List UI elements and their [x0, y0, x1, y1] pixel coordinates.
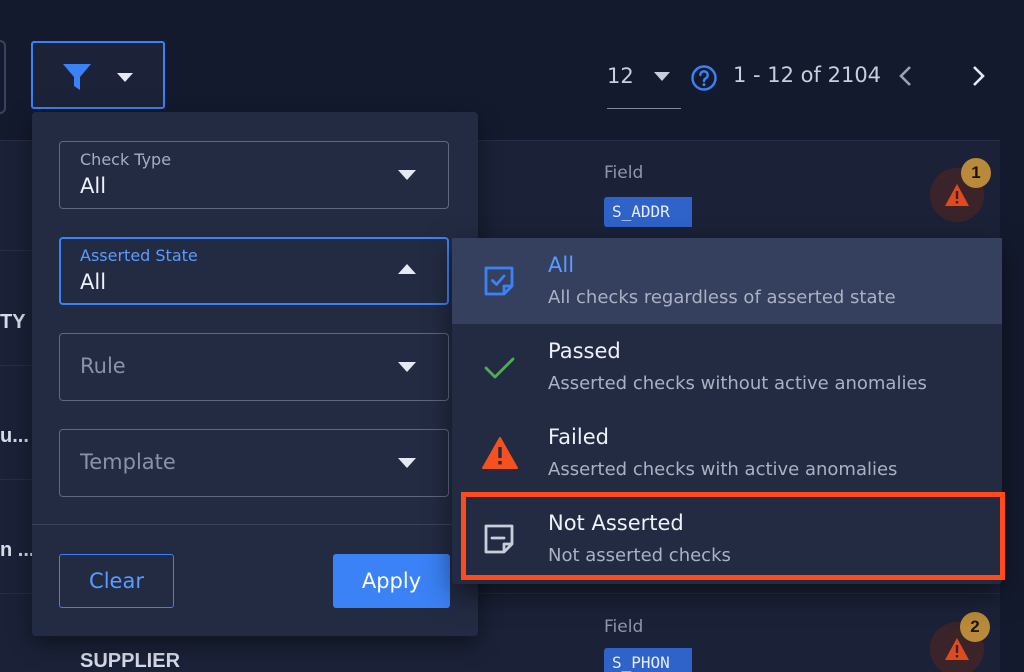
page: TY u... n ... Field S_ADDR 1 Field S_PHO…: [0, 0, 1024, 672]
pagination-range: 1 - 12 of 2104: [733, 63, 882, 87]
warning-icon: [482, 437, 518, 469]
warning-icon: [945, 184, 969, 206]
asserted-state-menu: All All checks regardless of asserted st…: [452, 238, 1002, 584]
template-select[interactable]: Template: [59, 429, 449, 497]
check-type-label: Check Type: [80, 150, 172, 169]
page-size-value: 12: [607, 64, 634, 88]
funnel-icon: [63, 64, 91, 90]
rule-select[interactable]: Rule: [59, 333, 449, 401]
anomaly-count-badge: 2: [960, 612, 990, 642]
chevron-down-icon: [654, 72, 670, 81]
apply-button[interactable]: Apply: [333, 554, 450, 608]
checkbox-icon: [484, 266, 514, 296]
menu-item-passed[interactable]: Passed Asserted checks without active an…: [452, 324, 1002, 410]
rule-placeholder: Rule: [80, 354, 126, 378]
divider: [32, 524, 478, 525]
check-type-value: All: [80, 174, 107, 198]
asserted-state-select[interactable]: Asserted State All: [59, 237, 449, 305]
row-title-truncated: n ...: [0, 539, 35, 561]
asserted-state-label: Asserted State: [80, 246, 198, 265]
chevron-left-icon[interactable]: [896, 64, 916, 88]
chevron-down-icon: [398, 362, 416, 372]
check-type-select[interactable]: Check Type All: [59, 141, 449, 209]
clear-button[interactable]: Clear: [59, 554, 174, 608]
menu-item-failed[interactable]: Failed Asserted checks with active anoma…: [452, 410, 1002, 496]
check-icon: [484, 357, 515, 379]
filter-button[interactable]: [31, 41, 165, 109]
anomaly-count-badge: 1: [961, 158, 991, 188]
menu-item-description: Asserted checks with active anomalies: [548, 459, 898, 480]
row-title: SUPPLIER: [80, 650, 181, 672]
chevron-right-icon[interactable]: [968, 64, 988, 88]
row-title-truncated: TY: [0, 311, 26, 333]
page-size-select[interactable]: 12: [607, 60, 681, 109]
menu-item-not-asserted[interactable]: Not Asserted Not asserted checks: [452, 496, 1002, 582]
note-icon: [484, 524, 514, 554]
menu-item-title: Not Asserted: [548, 511, 684, 535]
template-placeholder: Template: [80, 450, 176, 474]
help-icon[interactable]: [690, 64, 718, 92]
menu-item-description: Not asserted checks: [548, 545, 731, 566]
asserted-state-value: All: [80, 270, 107, 294]
field-chip: S_PHON: [604, 648, 692, 672]
search-field-edge[interactable]: [0, 40, 6, 114]
menu-item-title: All: [548, 253, 575, 277]
menu-item-description: All checks regardless of asserted state: [548, 287, 896, 308]
chevron-down-icon: [117, 73, 133, 82]
field-chip: S_ADDR: [604, 197, 692, 227]
menu-item-title: Passed: [548, 339, 621, 363]
field-label: Field: [604, 163, 644, 183]
chevron-down-icon: [398, 458, 416, 468]
menu-item-title: Failed: [548, 425, 609, 449]
chevron-down-icon: [398, 170, 416, 180]
menu-item-all[interactable]: All All checks regardless of asserted st…: [452, 238, 1002, 324]
field-label: Field: [604, 617, 644, 637]
filter-panel: Check Type All Asserted State All Rule T…: [32, 112, 478, 636]
menu-item-description: Asserted checks without active anomalies: [548, 373, 927, 394]
chevron-up-icon: [398, 264, 416, 274]
row-title-truncated: u...: [0, 425, 29, 447]
